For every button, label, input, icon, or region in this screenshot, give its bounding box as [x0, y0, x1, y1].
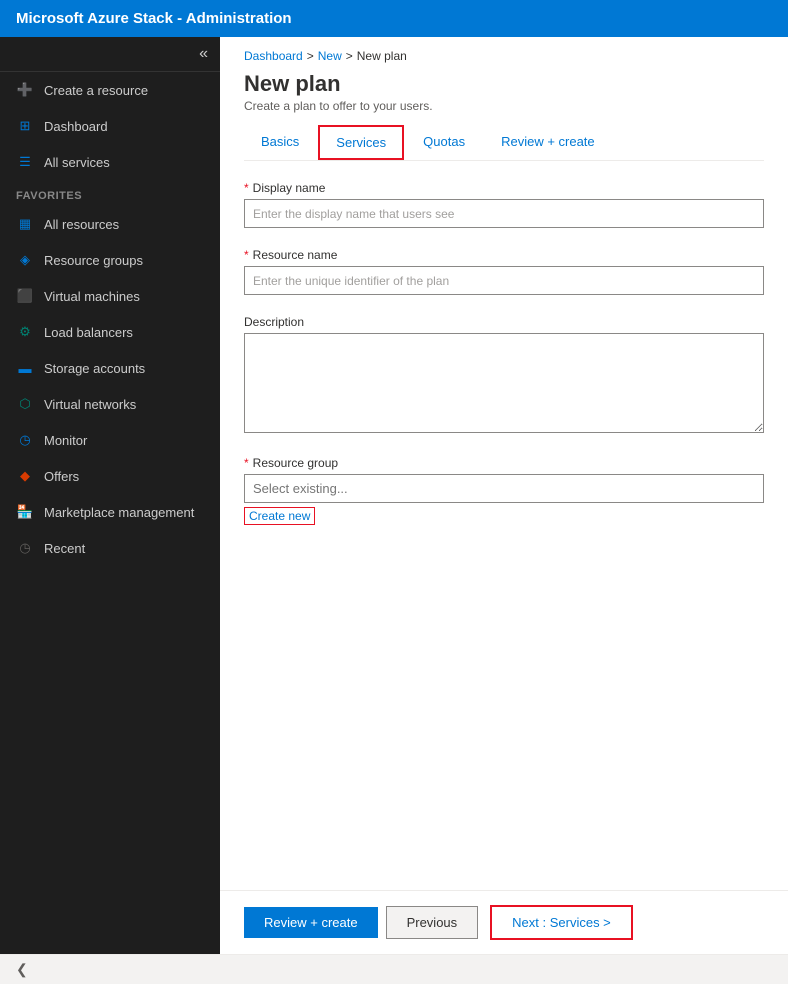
description-label: Description: [244, 315, 764, 329]
resource-groups-icon: ◈: [16, 251, 34, 269]
sidebar-item-recent[interactable]: ◷ Recent: [0, 530, 220, 566]
sidebar-item-virtual-machines[interactable]: ⬛ Virtual machines: [0, 278, 220, 314]
sidebar-item-storage-accounts[interactable]: ▬ Storage accounts: [0, 350, 220, 386]
sidebar-item-label-storage-accounts: Storage accounts: [44, 361, 145, 376]
sidebar-item-all-resources[interactable]: ▦ All resources: [0, 206, 220, 242]
sidebar-item-label-recent: Recent: [44, 541, 85, 556]
virtual-networks-icon: ⬡: [16, 395, 34, 413]
page-header: New plan Create a plan to offer to your …: [220, 67, 788, 125]
bottom-bar: ❮: [0, 954, 788, 984]
breadcrumb-dashboard[interactable]: Dashboard: [244, 49, 303, 63]
bottom-bar-chevron[interactable]: ❮: [16, 961, 28, 978]
create-new-link[interactable]: Create new: [244, 507, 315, 525]
tab-review-create[interactable]: Review + create: [484, 125, 612, 160]
page-title: New plan: [244, 71, 764, 97]
sidebar-item-label-offers: Offers: [44, 469, 79, 484]
resource-group-group: * Resource group Create new: [244, 456, 764, 525]
title-bar: Microsoft Azure Stack - Administration: [0, 0, 788, 37]
sidebar-item-monitor[interactable]: ◷ Monitor: [0, 422, 220, 458]
all-services-icon: ☰: [16, 153, 34, 171]
resource-group-input[interactable]: [244, 474, 764, 503]
content-area: Dashboard > New > New plan New plan Crea…: [220, 37, 788, 954]
resource-group-label: * Resource group: [244, 456, 764, 470]
breadcrumb: Dashboard > New > New plan: [220, 37, 788, 67]
display-name-group: * Display name: [244, 181, 764, 228]
resource-name-group: * Resource name: [244, 248, 764, 295]
dashboard-icon: ⊞: [16, 117, 34, 135]
description-input[interactable]: [244, 333, 764, 433]
create-resource-icon: ➕: [16, 81, 34, 99]
marketplace-management-icon: 🏪: [16, 503, 34, 521]
breadcrumb-current: New plan: [357, 49, 407, 63]
footer-buttons: Review + create Previous Next : Services…: [220, 890, 788, 954]
sidebar-item-marketplace-management[interactable]: 🏪 Marketplace management: [0, 494, 220, 530]
sidebar-item-label-virtual-machines: Virtual machines: [44, 289, 140, 304]
sidebar-item-label-marketplace-management: Marketplace management: [44, 505, 194, 520]
load-balancers-icon: ⚙: [16, 323, 34, 341]
sidebar-item-all-services[interactable]: ☰ All services: [0, 144, 220, 180]
virtual-machines-icon: ⬛: [16, 287, 34, 305]
sidebar-item-label-all-resources: All resources: [44, 217, 119, 232]
sidebar-item-label-load-balancers: Load balancers: [44, 325, 133, 340]
page-subtitle: Create a plan to offer to your users.: [244, 99, 764, 113]
sidebar-item-load-balancers[interactable]: ⚙ Load balancers: [0, 314, 220, 350]
sidebar-item-label-dashboard: Dashboard: [44, 119, 108, 134]
sidebar-item-offers[interactable]: ◆ Offers: [0, 458, 220, 494]
display-name-label: * Display name: [244, 181, 764, 195]
sidebar-item-label-resource-groups: Resource groups: [44, 253, 143, 268]
sidebar: « ➕ Create a resource ⊞ Dashboard ☰ All servi…: [0, 37, 220, 954]
monitor-icon: ◷: [16, 431, 34, 449]
tab-quotas[interactable]: Quotas: [406, 125, 482, 160]
sidebar-collapse-area: «: [0, 37, 220, 72]
sidebar-item-dashboard[interactable]: ⊞ Dashboard: [0, 108, 220, 144]
review-create-button[interactable]: Review + create: [244, 907, 378, 938]
form-area: * Display name * Resource name Descripti…: [220, 161, 788, 890]
sidebar-item-label-virtual-networks: Virtual networks: [44, 397, 136, 412]
sidebar-collapse-button[interactable]: «: [199, 45, 208, 63]
sidebar-item-resource-groups[interactable]: ◈ Resource groups: [0, 242, 220, 278]
sidebar-section-favorites-section: FAVORITES: [0, 180, 220, 206]
tab-basics[interactable]: Basics: [244, 125, 316, 160]
description-group: Description: [244, 315, 764, 436]
offers-icon: ◆: [16, 467, 34, 485]
title-bar-text: Microsoft Azure Stack - Administration: [16, 10, 292, 27]
next-services-button[interactable]: Next : Services >: [490, 905, 633, 940]
sidebar-item-create-resource[interactable]: ➕ Create a resource: [0, 72, 220, 108]
resource-name-label: * Resource name: [244, 248, 764, 262]
tabs-container: Basics Services Quotas Review + create: [220, 125, 788, 160]
display-name-input[interactable]: [244, 199, 764, 228]
all-resources-icon: ▦: [16, 215, 34, 233]
sidebar-item-virtual-networks[interactable]: ⬡ Virtual networks: [0, 386, 220, 422]
sidebar-item-label-monitor: Monitor: [44, 433, 87, 448]
sidebar-item-label-create-resource: Create a resource: [44, 83, 148, 98]
previous-button[interactable]: Previous: [386, 906, 479, 939]
resource-name-input[interactable]: [244, 266, 764, 295]
sidebar-items-container: ➕ Create a resource ⊞ Dashboard ☰ All service…: [0, 72, 220, 566]
recent-icon: ◷: [16, 539, 34, 557]
sidebar-item-label-all-services: All services: [44, 155, 110, 170]
breadcrumb-new[interactable]: New: [318, 49, 342, 63]
storage-accounts-icon: ▬: [16, 359, 34, 377]
tab-services[interactable]: Services: [318, 125, 404, 160]
